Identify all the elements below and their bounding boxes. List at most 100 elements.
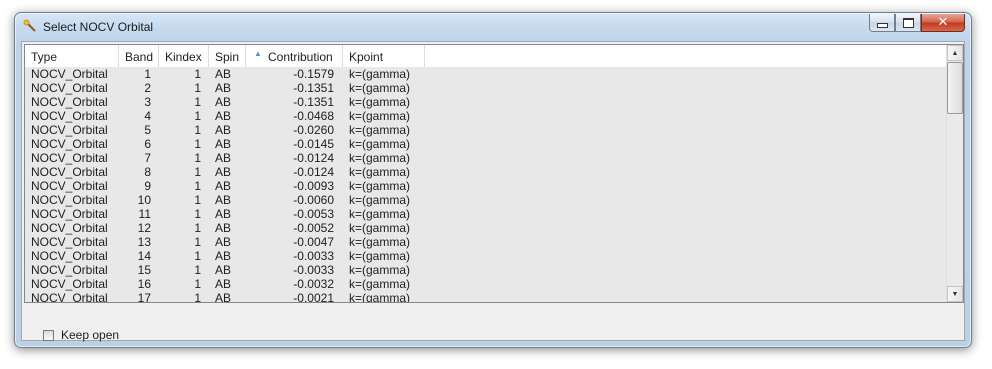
cell-type: NOCV_Orbital	[31, 151, 108, 165]
cell-spin: AB	[215, 67, 232, 81]
column-header-band-label: Band	[125, 50, 154, 64]
cell-kindex: 1	[194, 67, 201, 81]
table-row[interactable]: NOCV_Orbital 11 1 AB -0.0053 k=(gamma)	[25, 207, 947, 221]
column-header-contribution[interactable]: ▲ Contribution	[246, 45, 343, 67]
dialog-client-area: Type Band Kindex Spin ▲ Contribution Kpo…	[21, 41, 965, 342]
cell-contribution: -0.0468	[293, 109, 334, 123]
cell-contribution: -0.0033	[293, 249, 334, 263]
cell-contribution: -0.0260	[293, 123, 334, 137]
cell-kpoint: k=(gamma)	[349, 221, 411, 235]
close-icon: ✕	[937, 15, 949, 30]
minimize-icon	[876, 23, 888, 28]
scroll-up-icon: ▲	[951, 49, 959, 57]
cell-kindex: 1	[194, 165, 201, 179]
column-header-type-label: Type	[31, 50, 58, 64]
table-row[interactable]: NOCV_Orbital 3 1 AB -0.1351 k=(gamma)	[25, 95, 947, 109]
cell-contribution: -0.0124	[293, 165, 334, 179]
table-row[interactable]: NOCV_Orbital 9 1 AB -0.0093 k=(gamma)	[25, 179, 947, 193]
cell-kindex: 1	[194, 137, 201, 151]
dialog-window: Select NOCV Orbital ✕ Type Band Kindex S…	[14, 12, 972, 348]
cell-band: 8	[144, 165, 151, 179]
cell-type: NOCV_Orbital	[31, 179, 108, 193]
cell-kpoint: k=(gamma)	[349, 151, 411, 165]
cell-band: 2	[144, 81, 151, 95]
cell-spin: AB	[215, 109, 232, 123]
cell-type: NOCV_Orbital	[31, 221, 108, 235]
cell-contribution: -0.1579	[293, 67, 334, 81]
cell-kpoint: k=(gamma)	[349, 123, 411, 137]
cell-spin: AB	[215, 123, 232, 137]
close-button[interactable]: ✕	[921, 14, 965, 32]
table-row[interactable]: NOCV_Orbital 5 1 AB -0.0260 k=(gamma)	[25, 123, 947, 137]
cell-type: NOCV_Orbital	[31, 109, 108, 123]
cell-kindex: 1	[194, 249, 201, 263]
cell-spin: AB	[215, 165, 232, 179]
cell-contribution: -0.1351	[293, 95, 334, 109]
cell-spin: AB	[215, 235, 232, 249]
table-row[interactable]: NOCV_Orbital 15 1 AB -0.0033 k=(gamma)	[25, 263, 947, 277]
list-header: Type Band Kindex Spin ▲ Contribution Kpo…	[25, 45, 947, 68]
scrollbar-thumb[interactable]	[947, 62, 963, 114]
scroll-down-button[interactable]: ▼	[947, 286, 963, 302]
column-header-spin-label: Spin	[215, 50, 240, 64]
minimize-button[interactable]	[869, 14, 895, 32]
orbital-list[interactable]: Type Band Kindex Spin ▲ Contribution Kpo…	[24, 44, 964, 303]
cell-contribution: -0.0021	[293, 291, 334, 303]
cell-kpoint: k=(gamma)	[349, 67, 411, 81]
column-header-type[interactable]: Type	[25, 45, 119, 67]
vertical-scrollbar[interactable]: ▲ ▼	[946, 45, 963, 302]
cell-kindex: 1	[194, 123, 201, 137]
column-header-kindex[interactable]: Kindex	[159, 45, 209, 67]
cell-spin: AB	[215, 95, 232, 109]
table-row[interactable]: NOCV_Orbital 6 1 AB -0.0145 k=(gamma)	[25, 137, 947, 151]
cell-kindex: 1	[194, 109, 201, 123]
cell-band: 17	[137, 291, 151, 303]
cell-kpoint: k=(gamma)	[349, 137, 411, 151]
cell-band: 11	[138, 207, 151, 221]
cell-kpoint: k=(gamma)	[349, 291, 411, 303]
table-row[interactable]: NOCV_Orbital 16 1 AB -0.0032 k=(gamma)	[25, 277, 947, 291]
cell-type: NOCV_Orbital	[31, 193, 108, 207]
caption-buttons: ✕	[869, 14, 965, 32]
column-header-kpoint[interactable]: Kpoint	[343, 45, 425, 67]
table-row[interactable]: NOCV_Orbital 8 1 AB -0.0124 k=(gamma)	[25, 165, 947, 179]
cell-spin: AB	[215, 277, 232, 291]
cell-kindex: 1	[194, 151, 201, 165]
keep-open-option[interactable]: Keep open	[43, 328, 119, 342]
table-row[interactable]: NOCV_Orbital 13 1 AB -0.0047 k=(gamma)	[25, 235, 947, 249]
cell-band: 13	[137, 235, 151, 249]
table-row[interactable]: NOCV_Orbital 2 1 AB -0.1351 k=(gamma)	[25, 81, 947, 95]
cell-kpoint: k=(gamma)	[349, 81, 411, 95]
table-row[interactable]: NOCV_Orbital 10 1 AB -0.0060 k=(gamma)	[25, 193, 947, 207]
cell-spin: AB	[215, 263, 232, 277]
table-row[interactable]: NOCV_Orbital 14 1 AB -0.0033 k=(gamma)	[25, 249, 947, 263]
maximize-button[interactable]	[895, 14, 921, 32]
table-row[interactable]: NOCV_Orbital 7 1 AB -0.0124 k=(gamma)	[25, 151, 947, 165]
scroll-up-button[interactable]: ▲	[947, 45, 963, 61]
cell-contribution: -0.0047	[293, 235, 334, 249]
cell-type: NOCV_Orbital	[31, 95, 108, 109]
cell-type: NOCV_Orbital	[31, 277, 108, 291]
cell-kpoint: k=(gamma)	[349, 179, 411, 193]
cell-type: NOCV_Orbital	[31, 291, 108, 303]
cell-kindex: 1	[194, 193, 201, 207]
table-row[interactable]: NOCV_Orbital 1 1 AB -0.1579 k=(gamma)	[25, 67, 947, 81]
table-row[interactable]: NOCV_Orbital 4 1 AB -0.0468 k=(gamma)	[25, 109, 947, 123]
cell-kindex: 1	[194, 263, 201, 277]
cell-type: NOCV_Orbital	[31, 207, 108, 221]
window-title: Select NOCV Orbital	[43, 20, 154, 34]
column-header-band[interactable]: Band	[119, 45, 159, 67]
table-row[interactable]: NOCV_Orbital 17 1 AB -0.0021 k=(gamma)	[25, 291, 947, 303]
cell-type: NOCV_Orbital	[31, 249, 108, 263]
sort-ascending-icon: ▲	[254, 49, 262, 58]
cell-band: 10	[137, 193, 151, 207]
cell-contribution: -0.0032	[293, 277, 334, 291]
column-header-spin[interactable]: Spin	[209, 45, 246, 67]
cell-kpoint: k=(gamma)	[349, 249, 411, 263]
cell-band: 16	[137, 277, 151, 291]
table-row[interactable]: NOCV_Orbital 12 1 AB -0.0052 k=(gamma)	[25, 221, 947, 235]
keep-open-checkbox[interactable]	[43, 329, 54, 341]
cell-spin: AB	[215, 291, 232, 303]
cell-kpoint: k=(gamma)	[349, 263, 411, 277]
maximize-icon	[902, 17, 914, 28]
